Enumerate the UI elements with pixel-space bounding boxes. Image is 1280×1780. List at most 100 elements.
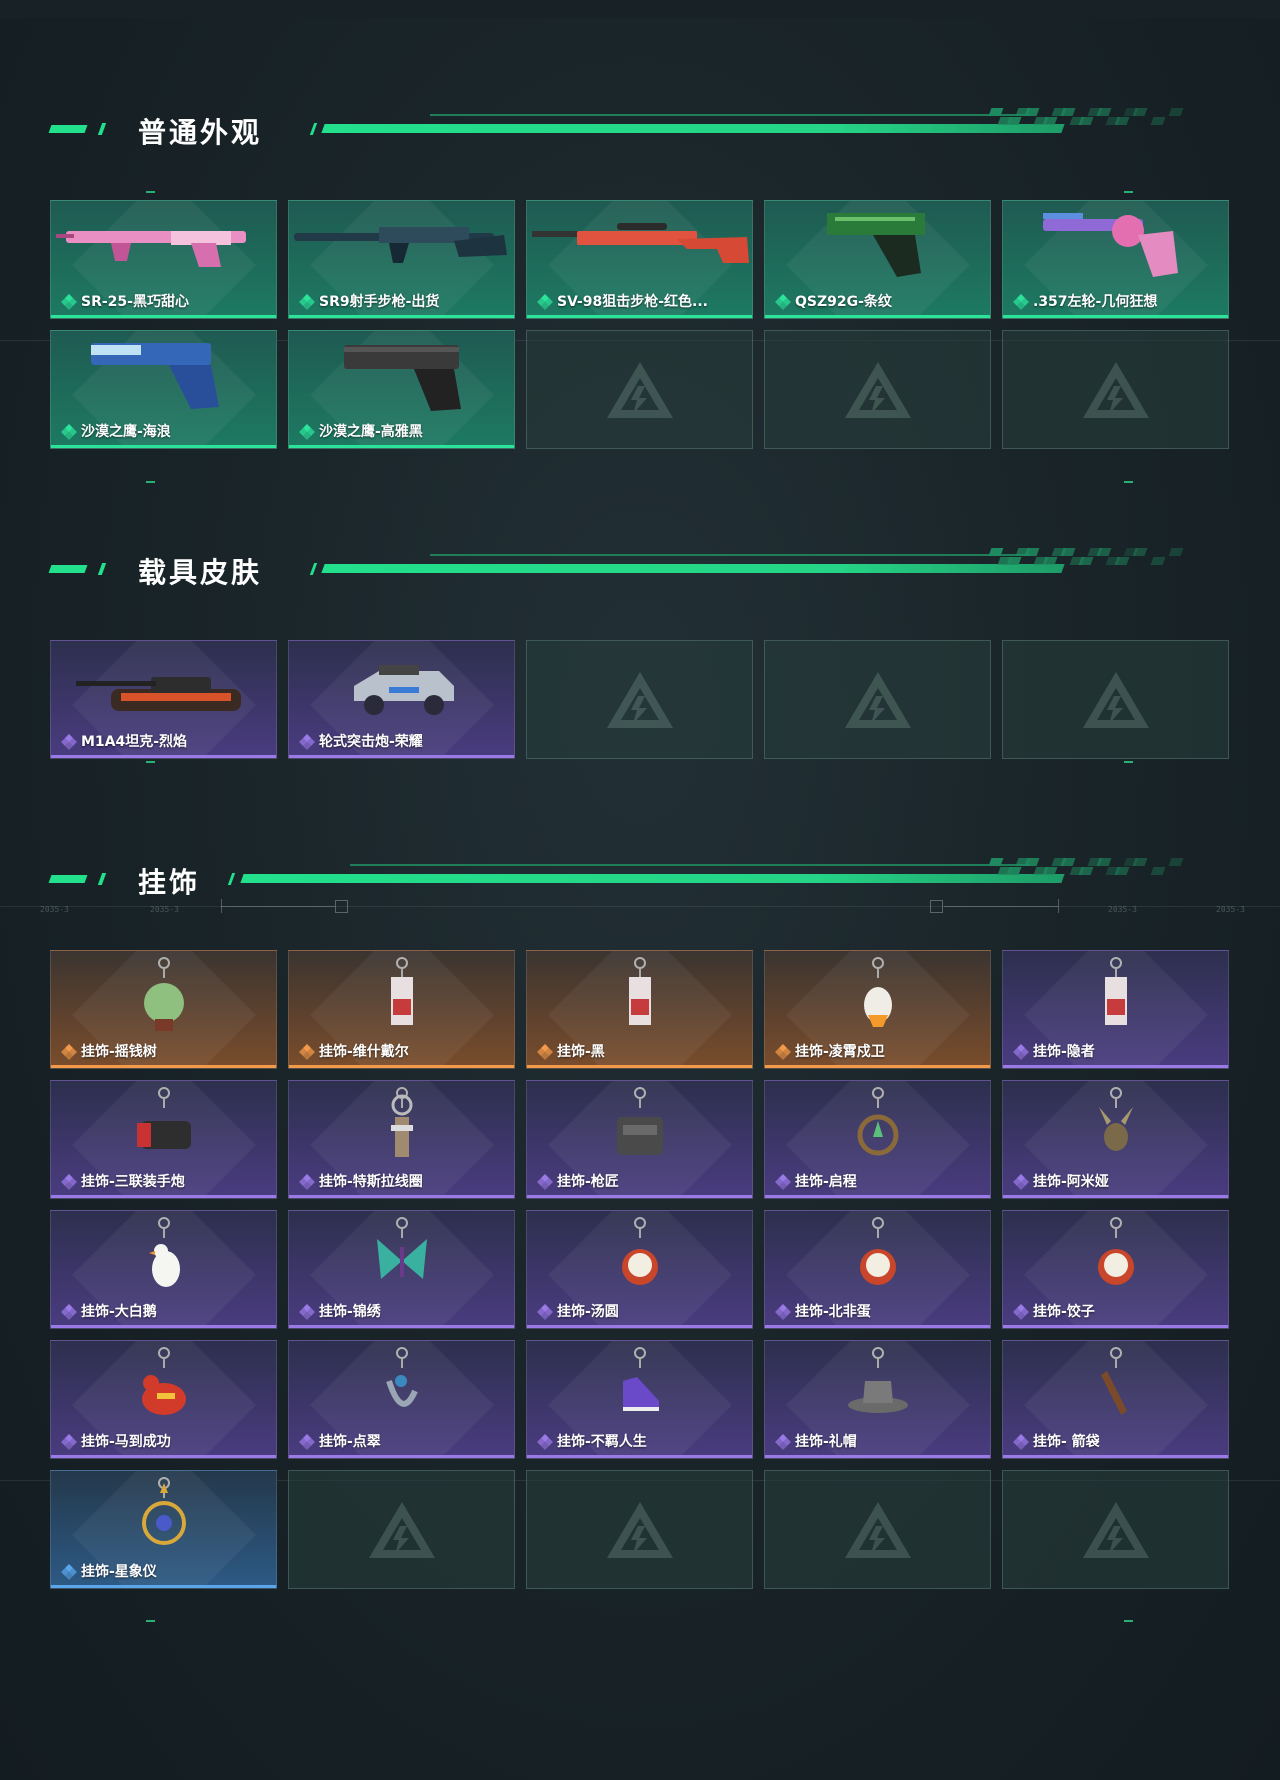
header-dash <box>48 565 88 573</box>
item-card[interactable]: 挂饰-三联装手炮 <box>50 1080 277 1199</box>
section-header-charms: 挂饰 <box>48 858 1200 899</box>
item-card[interactable]: 挂饰-星象仪 <box>50 1470 277 1589</box>
header-slash <box>227 873 236 885</box>
section-title: 载具皮肤 <box>138 556 263 589</box>
empty-slot[interactable] <box>764 640 991 759</box>
header-thin-line <box>350 864 1030 866</box>
checker-square <box>1060 858 1076 866</box>
bg-marker <box>146 1620 155 1622</box>
item-card[interactable]: SV-98狙击步枪-红色... <box>526 200 753 319</box>
item-card[interactable]: 挂饰-维什戴尔 <box>288 950 515 1069</box>
item-card[interactable]: 挂饰-启程 <box>764 1080 991 1199</box>
item-card[interactable]: 挂饰-不羁人生 <box>526 1340 753 1459</box>
rarity-diamond-icon <box>775 1434 791 1450</box>
checker-square <box>1042 117 1058 125</box>
checker-square <box>1132 108 1148 116</box>
checker-square <box>1078 557 1094 565</box>
rarity-diamond-icon <box>1013 1434 1029 1450</box>
item-label: 挂饰-三联装手炮 <box>81 1174 185 1190</box>
rarity-bar <box>765 1455 990 1458</box>
rarity-diamond-icon <box>61 1304 77 1320</box>
item-card[interactable]: 挂饰-枪匠 <box>526 1080 753 1199</box>
rarity-diamond-icon <box>537 1044 553 1060</box>
bg-line <box>944 906 1058 907</box>
item-card[interactable]: 沙漠之鹰-海浪 <box>50 330 277 449</box>
item-card[interactable]: 沙漠之鹰-高雅黑 <box>288 330 515 449</box>
rarity-diamond-icon <box>1013 1304 1029 1320</box>
item-card[interactable]: 挂饰-北非蛋 <box>764 1210 991 1329</box>
item-card[interactable]: 挂饰-点翠 <box>288 1340 515 1459</box>
rarity-diamond-icon <box>1013 294 1029 310</box>
item-card[interactable]: 挂饰-摇钱树 <box>50 950 277 1069</box>
item-card[interactable]: 挂饰-阿米娅 <box>1002 1080 1229 1199</box>
rarity-bar <box>1003 1325 1228 1328</box>
empty-slot[interactable] <box>288 1470 515 1589</box>
item-card[interactable]: 挂饰-汤圆 <box>526 1210 753 1329</box>
rarity-diamond-icon <box>537 294 553 310</box>
bg-line <box>0 906 1280 907</box>
bg-tick-label: 2035-3 <box>1108 905 1137 914</box>
bg-tick-label: 2035-3 <box>150 905 179 914</box>
rarity-diamond-icon <box>299 424 315 440</box>
checker-square <box>1042 867 1058 875</box>
item-card[interactable]: 挂饰-黑 <box>526 950 753 1069</box>
item-label: QSZ92G-条纹 <box>795 294 892 310</box>
checker-square <box>1150 117 1166 125</box>
empty-slot[interactable] <box>526 330 753 449</box>
empty-slot[interactable] <box>1002 1470 1229 1589</box>
empty-slot[interactable] <box>764 330 991 449</box>
item-label: 挂饰-启程 <box>795 1174 857 1190</box>
item-label: 挂饰-阿米娅 <box>1033 1174 1109 1190</box>
rarity-diamond-icon <box>61 734 77 750</box>
item-label: 挂饰-马到成功 <box>81 1434 171 1450</box>
rarity-diamond-icon <box>299 294 315 310</box>
item-card[interactable]: 挂饰-礼帽 <box>764 1340 991 1459</box>
rarity-diamond-icon <box>537 1174 553 1190</box>
rarity-diamond-icon <box>1013 1044 1029 1060</box>
item-card[interactable]: M1A4坦克-烈焰 <box>50 640 277 759</box>
header-dash <box>97 873 107 885</box>
item-card[interactable]: .357左轮-几何狂想 <box>1002 200 1229 319</box>
item-card[interactable]: QSZ92G-条纹 <box>764 200 991 319</box>
rarity-diamond-icon <box>61 1564 77 1580</box>
checker-square <box>1024 858 1040 866</box>
item-card[interactable]: 挂饰-饺子 <box>1002 1210 1229 1329</box>
top-bar <box>0 0 1280 18</box>
item-card[interactable]: SR-25-黑巧甜心 <box>50 200 277 319</box>
rarity-diamond-icon <box>775 1304 791 1320</box>
empty-slot-logo-icon <box>844 361 911 418</box>
item-label: SR-25-黑巧甜心 <box>81 294 189 310</box>
empty-slot[interactable] <box>1002 640 1229 759</box>
checker-square <box>988 108 1004 116</box>
header-checker-pattern <box>988 108 1210 132</box>
item-card[interactable]: 挂饰-大白鹅 <box>50 1210 277 1329</box>
item-label: SV-98狙击步枪-红色... <box>557 294 708 310</box>
empty-slot-logo-icon <box>1082 361 1149 418</box>
item-card[interactable]: 轮式突击炮-荣耀 <box>288 640 515 759</box>
item-card[interactable]: 挂饰-隐者 <box>1002 950 1229 1069</box>
rarity-bar <box>765 1195 990 1198</box>
rarity-bar <box>289 1455 514 1458</box>
empty-slot-logo-icon <box>368 1501 435 1558</box>
item-card[interactable]: 挂饰-锦绣 <box>288 1210 515 1329</box>
checker-square <box>1060 548 1076 556</box>
empty-slot[interactable] <box>764 1470 991 1589</box>
header-dash <box>97 563 107 575</box>
rarity-diamond-icon <box>299 1044 315 1060</box>
item-card[interactable]: 挂饰-马到成功 <box>50 1340 277 1459</box>
rarity-bar <box>289 1195 514 1198</box>
section-header-vehicle-skins: 载具皮肤 <box>48 548 1200 589</box>
item-card[interactable]: 挂饰-凌霄戍卫 <box>764 950 991 1069</box>
bg-marker <box>1124 191 1133 193</box>
empty-slot[interactable] <box>526 1470 753 1589</box>
empty-slot[interactable] <box>1002 330 1229 449</box>
item-card[interactable]: 挂饰-特斯拉线圈 <box>288 1080 515 1199</box>
item-card[interactable]: 挂饰- 箭袋 <box>1002 1340 1229 1459</box>
rarity-diamond-icon <box>775 294 791 310</box>
item-label: 挂饰-大白鹅 <box>81 1304 157 1320</box>
item-label: 轮式突击炮-荣耀 <box>319 734 423 750</box>
item-card[interactable]: SR9射手步枪-出货 <box>288 200 515 319</box>
empty-slot-logo-icon <box>844 1501 911 1558</box>
empty-slot[interactable] <box>526 640 753 759</box>
item-label: 挂饰-维什戴尔 <box>319 1044 409 1060</box>
